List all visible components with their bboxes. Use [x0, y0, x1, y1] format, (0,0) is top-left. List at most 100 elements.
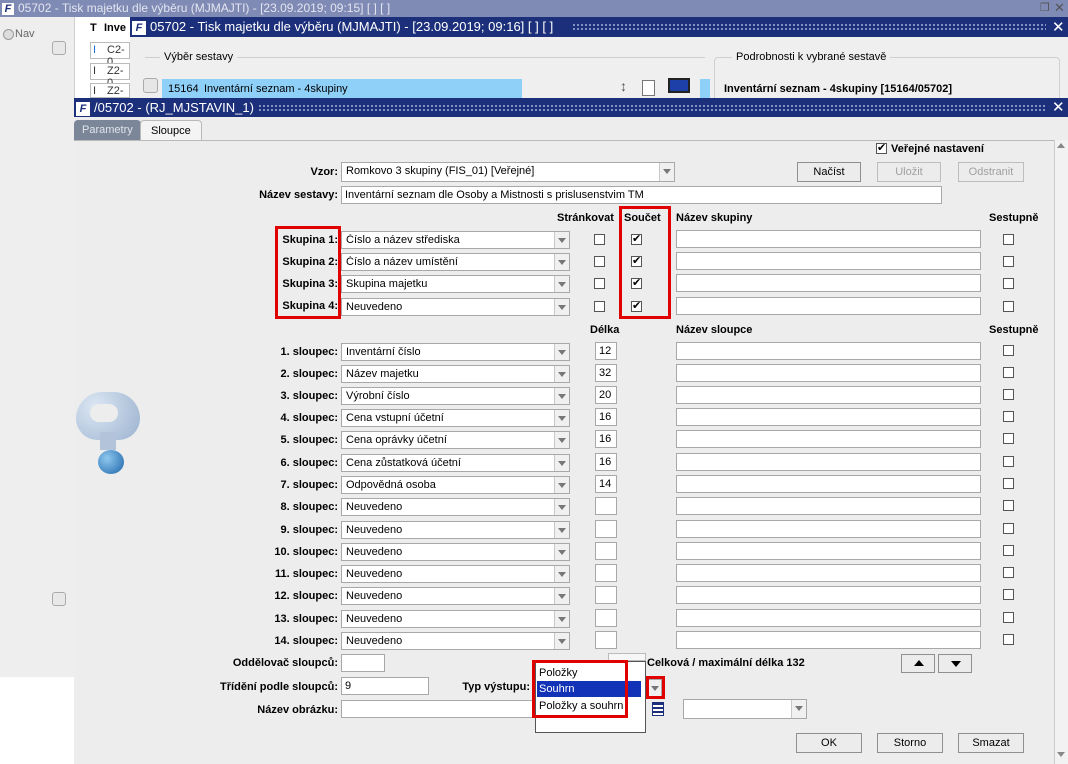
sestupne-checkbox[interactable] [1003, 367, 1014, 378]
chevron-down-icon[interactable] [554, 588, 569, 604]
column-name-input[interactable] [676, 453, 981, 471]
column-select[interactable]: Cena oprávky účetní [341, 431, 570, 449]
chevron-down-icon[interactable] [554, 455, 569, 471]
group-name-input[interactable] [676, 274, 981, 292]
strankovat-checkbox[interactable] [594, 301, 605, 312]
chevron-down-icon[interactable] [554, 388, 569, 404]
column-length-input[interactable]: 16 [595, 408, 617, 426]
typ-dropdown-arrow-button[interactable] [648, 679, 662, 697]
chevron-down-icon[interactable] [554, 499, 569, 515]
chevron-down-icon[interactable] [659, 163, 674, 181]
column-select[interactable]: Neuvedeno [341, 632, 570, 650]
sestupne-checkbox[interactable] [1003, 634, 1014, 645]
column-name-input[interactable] [676, 497, 981, 515]
scroll-up-icon[interactable] [1057, 143, 1065, 148]
back-row[interactable]: I Z2-0 [90, 63, 130, 89]
sestupne-checkbox[interactable] [1003, 523, 1014, 534]
column-length-input[interactable]: 12 [595, 342, 617, 360]
column-select[interactable]: Cena vstupní účetní [341, 409, 570, 427]
column-length-input[interactable]: 20 [595, 386, 617, 404]
help-question-icon[interactable] [76, 392, 146, 478]
column-select[interactable]: Neuvedeno [341, 587, 570, 605]
chevron-down-icon[interactable] [554, 299, 569, 315]
column-name-input[interactable] [676, 586, 981, 604]
chevron-down-icon[interactable] [554, 611, 569, 627]
back-window-titlebar[interactable]: F 05702 - Tisk majetku dle výběru (MJMAJT… [0, 0, 1068, 17]
column-name-input[interactable] [676, 475, 981, 493]
monitor-icon[interactable] [668, 78, 690, 93]
sestupne-checkbox[interactable] [1003, 545, 1014, 556]
column-name-input[interactable] [676, 609, 981, 627]
sestupne-checkbox[interactable] [1003, 567, 1014, 578]
back-row[interactable]: I C2-0 [90, 42, 130, 68]
sestupne-checkbox[interactable] [1003, 345, 1014, 356]
chevron-down-icon[interactable] [554, 366, 569, 382]
scroll-down-icon[interactable] [1057, 752, 1065, 757]
strankovat-checkbox[interactable] [594, 234, 605, 245]
column-length-input[interactable] [595, 542, 617, 560]
column-name-input[interactable] [676, 386, 981, 404]
strankovat-checkbox[interactable] [594, 256, 605, 267]
column-length-input[interactable] [595, 497, 617, 515]
group-select[interactable]: Skupina majetku [341, 275, 570, 293]
smazat-button[interactable]: Smazat [958, 733, 1024, 753]
chevron-down-icon[interactable] [554, 410, 569, 426]
column-length-input[interactable] [595, 520, 617, 538]
dialog-scrollbar[interactable] [1054, 140, 1068, 764]
oddelovac-input[interactable] [341, 654, 385, 672]
column-name-input[interactable] [676, 520, 981, 538]
close-back-icon[interactable]: ✕ [1054, 0, 1066, 15]
column-select[interactable]: Neuvedeno [341, 498, 570, 516]
column-length-input[interactable] [595, 564, 617, 582]
tab-parametry[interactable]: Parametry [74, 120, 141, 140]
column-name-input[interactable] [676, 408, 981, 426]
strankovat-checkbox[interactable] [594, 278, 605, 289]
column-length-input[interactable]: 32 [595, 364, 617, 382]
column-name-input[interactable] [676, 564, 981, 582]
trideni-input[interactable]: 9 [341, 677, 429, 695]
sestupne-checkbox[interactable] [1003, 411, 1014, 422]
group-name-input[interactable] [676, 252, 981, 270]
column-name-input[interactable] [676, 631, 981, 649]
chevron-down-icon[interactable] [554, 344, 569, 360]
column-select[interactable]: Inventární číslo [341, 343, 570, 361]
chevron-down-icon[interactable] [554, 432, 569, 448]
column-length-input[interactable] [595, 631, 617, 649]
column-name-input[interactable] [676, 430, 981, 448]
group-name-input[interactable] [676, 230, 981, 248]
nacist-button[interactable]: Načíst [797, 162, 861, 182]
pdf-icon[interactable] [642, 80, 655, 96]
sestupne-checkbox[interactable] [1003, 234, 1014, 245]
chevron-down-icon[interactable] [554, 254, 569, 270]
close-dialog-icon[interactable]: ✕ [1052, 98, 1065, 116]
move-up-button[interactable] [901, 654, 935, 673]
group-select[interactable]: Číslo a název střediska [341, 231, 570, 249]
vzor-select[interactable]: Romkovo 3 skupiny (FIS_01) [Veřejné] [341, 162, 675, 182]
sort-icon[interactable]: ↕ [620, 78, 627, 94]
column-name-input[interactable] [676, 364, 981, 382]
group-name-input[interactable] [676, 297, 981, 315]
column-length-input[interactable]: 16 [595, 453, 617, 471]
sestupne-checkbox[interactable] [1003, 256, 1014, 267]
storno-button[interactable]: Storno [877, 733, 943, 753]
chevron-down-icon[interactable] [554, 633, 569, 649]
dropdown-option-polozky-a-souhrn[interactable]: Položky a souhrn [537, 698, 643, 714]
sestupne-checkbox[interactable] [1003, 478, 1014, 489]
odstranit-button[interactable]: Odstranit [958, 162, 1024, 182]
close-mid-icon[interactable]: ✕ [1052, 18, 1065, 36]
column-name-input[interactable] [676, 542, 981, 560]
sestupne-checkbox[interactable] [1003, 301, 1014, 312]
format-select[interactable] [683, 699, 807, 719]
move-down-button[interactable] [938, 654, 972, 673]
public-setting-checkbox[interactable] [876, 141, 887, 155]
chevron-down-icon[interactable] [554, 276, 569, 292]
list-scroll-up-icon[interactable] [143, 78, 158, 93]
column-length-input[interactable]: 14 [595, 475, 617, 493]
restore-icon[interactable]: ❐ [1040, 1, 1052, 15]
soucet-checkbox[interactable] [631, 254, 642, 268]
soucet-checkbox[interactable] [631, 299, 642, 313]
sestupne-checkbox[interactable] [1003, 433, 1014, 444]
nazev-sestavy-input[interactable]: Inventární seznam dle Osoby a Mistnosti … [341, 186, 942, 204]
group-select[interactable]: Číslo a název umístění [341, 253, 570, 271]
chevron-down-icon[interactable] [554, 477, 569, 493]
